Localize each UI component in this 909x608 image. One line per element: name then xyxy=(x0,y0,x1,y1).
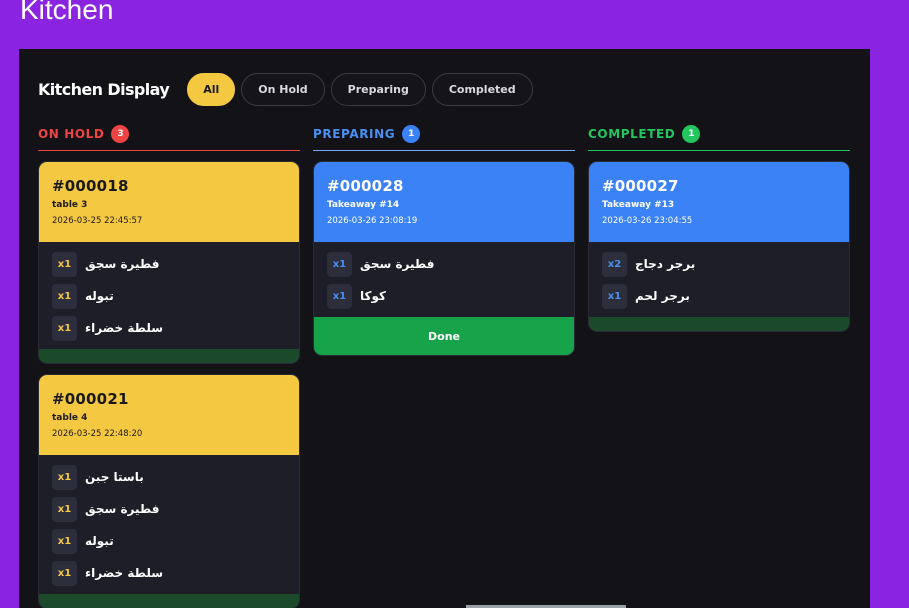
filter-preparing[interactable]: Preparing xyxy=(330,72,426,106)
item-name: سلطة خضراء xyxy=(85,566,164,580)
order-card[interactable]: #000021 table 4 2026-03-25 22:48:20 x1 ب… xyxy=(38,374,300,608)
order-card[interactable]: #000018 table 3 2026-03-25 22:45:57 x1 ف… xyxy=(38,161,300,364)
order-number: #000021 xyxy=(52,390,129,408)
order-number: #000027 xyxy=(602,177,679,195)
order-time: 2026-03-25 22:48:20 xyxy=(52,429,143,439)
column-count-badge: 1 xyxy=(682,124,701,143)
item-name: باستا جبن xyxy=(85,470,144,484)
order-number: #000018 xyxy=(52,177,129,195)
column-title: ON HOLD xyxy=(38,126,105,141)
column-completed: COMPLETED 1 #000027 Takeaway #13 2026-03… xyxy=(588,124,850,332)
order-card-footer xyxy=(39,349,299,363)
order-item: x2 برجر دجاج xyxy=(602,251,836,277)
page-title: Kitchen xyxy=(20,0,114,25)
order-card-header: #000018 table 3 2026-03-25 22:45:57 xyxy=(39,162,299,242)
item-quantity: x2 xyxy=(602,251,627,277)
item-quantity: x1 xyxy=(52,315,77,341)
item-quantity: x1 xyxy=(52,560,77,586)
item-name: تبوله xyxy=(85,534,114,548)
order-table: Takeaway #14 xyxy=(327,200,400,210)
order-table: table 3 xyxy=(52,200,88,210)
column-count-badge: 1 xyxy=(402,124,421,143)
item-quantity: x1 xyxy=(602,283,627,309)
app-brand: Kitchen Display xyxy=(38,79,170,99)
column-divider xyxy=(313,150,575,151)
item-name: فطيرة سجق xyxy=(360,257,435,271)
item-quantity: x1 xyxy=(52,251,77,277)
order-item: x1 فطيرة سجق xyxy=(52,251,286,277)
order-item: x1 برجر لحم xyxy=(602,283,836,309)
item-quantity: x1 xyxy=(327,283,352,309)
item-quantity: x1 xyxy=(327,251,352,277)
order-items: x1 فطيرة سجق x1 تبوله x1 سلطة خضراء xyxy=(39,242,299,349)
order-table: table 4 xyxy=(52,413,88,423)
order-number: #000028 xyxy=(327,177,404,195)
order-time: 2026-03-25 22:45:57 xyxy=(52,216,143,226)
item-name: سلطة خضراء xyxy=(85,321,164,335)
item-quantity: x1 xyxy=(52,528,77,554)
order-item: x1 سلطة خضراء xyxy=(52,560,286,586)
item-quantity: x1 xyxy=(52,464,77,490)
order-time: 2026-03-26 23:04:55 xyxy=(602,216,693,226)
kitchen-display-app: Kitchen Display All On Hold Preparing Co… xyxy=(19,49,870,608)
item-name: برجر لحم xyxy=(635,289,690,303)
order-time: 2026-03-26 23:08:19 xyxy=(327,216,418,226)
order-item: x1 باستا جبن xyxy=(52,464,286,490)
order-item: x1 سلطة خضراء xyxy=(52,315,286,341)
filter-on-hold[interactable]: On Hold xyxy=(241,72,325,106)
item-name: برجر دجاج xyxy=(635,257,696,271)
order-item: x1 تبوله xyxy=(52,528,286,554)
order-items: x1 فطيرة سجق x1 كوكا xyxy=(314,242,574,317)
item-name: فطيرة سجق xyxy=(85,257,160,271)
order-item: x1 كوكا xyxy=(327,283,561,309)
order-card[interactable]: #000028 Takeaway #14 2026-03-26 23:08:19… xyxy=(313,161,575,356)
column-on-hold: ON HOLD 3 #000018 table 3 2026-03-25 22:… xyxy=(38,124,300,608)
column-preparing: PREPARING 1 #000028 Takeaway #14 2026-03… xyxy=(313,124,575,356)
top-bar: Kitchen Display All On Hold Preparing Co… xyxy=(38,72,533,106)
column-title: COMPLETED xyxy=(588,126,676,141)
order-item: x1 فطيرة سجق xyxy=(52,496,286,522)
column-header: PREPARING 1 xyxy=(313,124,575,143)
order-card-footer xyxy=(589,317,849,331)
item-name: فطيرة سجق xyxy=(85,502,160,516)
column-header: ON HOLD 3 xyxy=(38,124,300,143)
order-card-footer xyxy=(39,594,299,608)
column-title: PREPARING xyxy=(313,126,396,141)
order-card-header: #000027 Takeaway #13 2026-03-26 23:04:55 xyxy=(589,162,849,242)
order-card-header: #000028 Takeaway #14 2026-03-26 23:08:19 xyxy=(314,162,574,242)
filter-all[interactable]: All xyxy=(187,72,236,106)
filter-chips: All On Hold Preparing Completed xyxy=(187,72,533,106)
done-button[interactable]: Done xyxy=(314,317,574,355)
order-card-header: #000021 table 4 2026-03-25 22:48:20 xyxy=(39,375,299,455)
column-count-badge: 3 xyxy=(111,124,130,143)
order-items: x2 برجر دجاج x1 برجر لحم xyxy=(589,242,849,317)
item-quantity: x1 xyxy=(52,496,77,522)
order-items: x1 باستا جبن x1 فطيرة سجق x1 تبوله x1 سل… xyxy=(39,455,299,594)
item-name: تبوله xyxy=(85,289,114,303)
filter-completed[interactable]: Completed xyxy=(431,72,533,106)
column-divider xyxy=(38,150,300,151)
column-header: COMPLETED 1 xyxy=(588,124,850,143)
order-card[interactable]: #000027 Takeaway #13 2026-03-26 23:04:55… xyxy=(588,161,850,332)
order-table: Takeaway #13 xyxy=(602,200,675,210)
item-quantity: x1 xyxy=(52,283,77,309)
order-item: x1 فطيرة سجق xyxy=(327,251,561,277)
column-divider xyxy=(588,150,850,151)
order-item: x1 تبوله xyxy=(52,283,286,309)
item-name: كوكا xyxy=(360,289,386,303)
